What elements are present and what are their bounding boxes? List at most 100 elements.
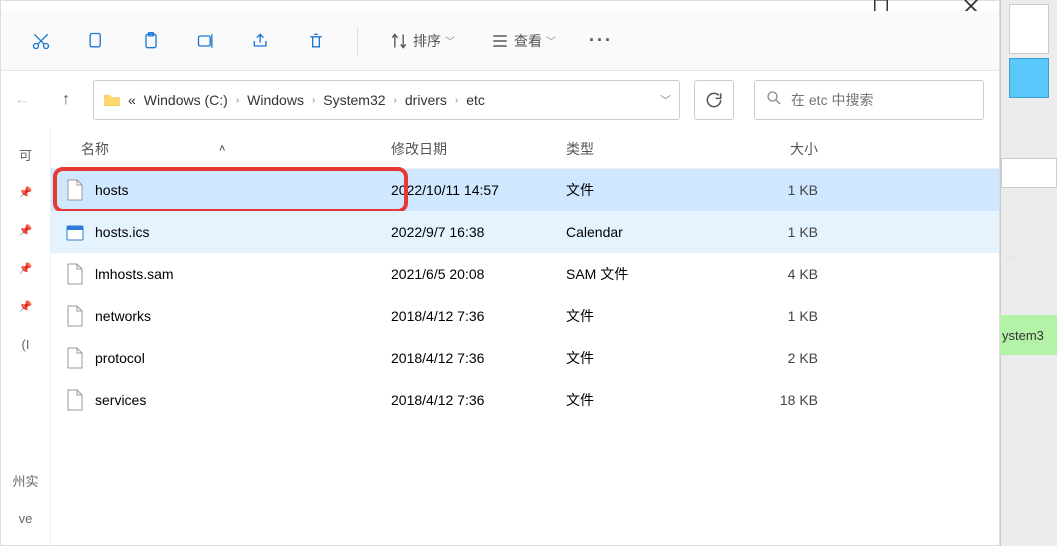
copy-icon bbox=[86, 31, 106, 51]
file-icon bbox=[65, 346, 85, 370]
titlebar bbox=[1, 1, 999, 11]
paste-icon bbox=[141, 31, 161, 51]
chevron-right-icon: › bbox=[234, 95, 241, 106]
file-explorer-window: 排序 ﹀ 查看 ﹀ ··· ← ↑ « Windows (C:) › Windo… bbox=[0, 0, 1000, 546]
view-icon bbox=[490, 31, 510, 51]
file-name: protocol bbox=[95, 350, 145, 366]
file-size: 1 KB bbox=[726, 182, 826, 198]
thumbnail bbox=[1009, 58, 1049, 98]
breadcrumb-item[interactable]: System32 bbox=[321, 88, 387, 112]
breadcrumb-item[interactable]: Windows (C:) bbox=[142, 88, 230, 112]
search-icon bbox=[765, 89, 783, 112]
back-button[interactable]: ← bbox=[5, 83, 39, 117]
file-list: hosts 2022/10/11 14:57 文件 1 KB hosts.ics… bbox=[51, 169, 999, 545]
file-size: 1 KB bbox=[726, 224, 826, 240]
chevron-down-icon[interactable]: ﹀ bbox=[660, 92, 671, 108]
file-date: 2022/10/11 14:57 bbox=[391, 182, 566, 198]
code-snippet: ystem3 bbox=[1000, 315, 1057, 355]
file-type: Calendar bbox=[566, 224, 726, 240]
sidebar-item[interactable]: (I bbox=[1, 325, 50, 363]
file-name: networks bbox=[95, 308, 151, 324]
pin-icon: 📌 bbox=[19, 224, 33, 237]
sidebar: 可 📌 📌 📌 📌 (I 州实 ve bbox=[1, 129, 51, 545]
sidebar-item[interactable]: 📌 bbox=[1, 287, 50, 325]
file-size: 18 KB bbox=[726, 392, 826, 408]
column-header: 名称 ˄ 修改日期 类型 大小 bbox=[51, 129, 999, 169]
file-name: services bbox=[95, 392, 146, 408]
breadcrumb-item[interactable]: etc bbox=[464, 88, 487, 112]
thumbnail bbox=[1009, 4, 1049, 54]
sidebar-item[interactable]: ve bbox=[1, 499, 50, 537]
sidebar-item[interactable]: 📌 bbox=[1, 173, 50, 211]
file-size: 1 KB bbox=[726, 308, 826, 324]
search-input[interactable] bbox=[791, 92, 973, 108]
address-bar[interactable]: « Windows (C:) › Windows › System32 › dr… bbox=[93, 80, 680, 120]
folder-icon bbox=[102, 90, 122, 110]
file-icon bbox=[65, 388, 85, 412]
background-window-strip: ... ystem3 bbox=[1000, 0, 1057, 546]
pin-icon: 📌 bbox=[19, 186, 33, 199]
up-button[interactable]: ↑ bbox=[49, 83, 83, 117]
address-row: ← ↑ « Windows (C:) › Windows › System32 … bbox=[1, 71, 999, 129]
file-name: hosts bbox=[95, 182, 128, 198]
sort-asc-icon: ˄ bbox=[219, 143, 225, 155]
paste-button[interactable] bbox=[131, 21, 171, 61]
rename-button[interactable] bbox=[186, 21, 226, 61]
refresh-button[interactable] bbox=[694, 80, 734, 120]
pin-icon: 📌 bbox=[19, 262, 33, 275]
column-type-header[interactable]: 类型 bbox=[566, 139, 726, 159]
breadcrumb-item[interactable]: drivers bbox=[403, 88, 449, 112]
column-date-header[interactable]: 修改日期 bbox=[391, 139, 566, 159]
sidebar-item[interactable]: 可 bbox=[1, 135, 50, 173]
background-tab bbox=[1001, 158, 1057, 188]
sidebar-item[interactable]: 📌 bbox=[1, 211, 50, 249]
file-type: 文件 bbox=[566, 390, 726, 410]
file-icon bbox=[65, 262, 85, 286]
file-row[interactable]: protocol 2018/4/12 7:36 文件 2 KB bbox=[51, 337, 999, 379]
file-row[interactable]: hosts.ics 2022/9/7 16:38 Calendar 1 KB bbox=[51, 211, 999, 253]
breadcrumb-item[interactable]: Windows bbox=[245, 88, 306, 112]
calendar-icon bbox=[65, 220, 85, 244]
file-icon bbox=[65, 304, 85, 328]
file-icon bbox=[65, 178, 85, 202]
sort-icon bbox=[389, 31, 409, 51]
file-row[interactable]: hosts 2022/10/11 14:57 文件 1 KB bbox=[51, 169, 999, 211]
sort-button[interactable]: 排序 ﹀ bbox=[379, 25, 465, 57]
file-date: 2018/4/12 7:36 bbox=[391, 308, 566, 324]
pin-icon: 📌 bbox=[19, 300, 33, 313]
file-type: SAM 文件 bbox=[566, 264, 726, 284]
more-button[interactable]: ··· bbox=[581, 21, 621, 61]
copy-button[interactable] bbox=[76, 21, 116, 61]
search-box[interactable] bbox=[754, 80, 984, 120]
cut-button[interactable] bbox=[21, 21, 61, 61]
file-type: 文件 bbox=[566, 306, 726, 326]
chevron-right-icon: › bbox=[392, 95, 399, 106]
file-name: lmhosts.sam bbox=[95, 266, 174, 282]
column-name-header[interactable]: 名称 ˄ bbox=[51, 139, 391, 159]
file-size: 4 KB bbox=[726, 266, 826, 282]
file-date: 2018/4/12 7:36 bbox=[391, 392, 566, 408]
chevron-right-icon: › bbox=[453, 95, 460, 106]
sidebar-item[interactable]: 州实 bbox=[1, 461, 50, 499]
file-type: 文件 bbox=[566, 348, 726, 368]
blurred-text: ... bbox=[1005, 248, 1053, 262]
file-row[interactable]: services 2018/4/12 7:36 文件 18 KB bbox=[51, 379, 999, 421]
column-size-header[interactable]: 大小 bbox=[726, 139, 826, 159]
file-size: 2 KB bbox=[726, 350, 826, 366]
view-button[interactable]: 查看 ﹀ bbox=[480, 25, 566, 57]
refresh-icon bbox=[704, 90, 724, 110]
toolbar: 排序 ﹀ 查看 ﹀ ··· bbox=[1, 11, 999, 71]
share-button[interactable] bbox=[241, 21, 281, 61]
sidebar-item[interactable]: 📌 bbox=[1, 249, 50, 287]
delete-button[interactable] bbox=[296, 21, 336, 61]
cut-icon bbox=[31, 31, 51, 51]
chevron-down-icon: ﹀ bbox=[445, 33, 455, 48]
file-row[interactable]: networks 2018/4/12 7:36 文件 1 KB bbox=[51, 295, 999, 337]
breadcrumb-prefix: « bbox=[126, 88, 138, 112]
rename-icon bbox=[196, 31, 216, 51]
file-row[interactable]: lmhosts.sam 2021/6/5 20:08 SAM 文件 4 KB bbox=[51, 253, 999, 295]
background-tabbar bbox=[1001, 158, 1057, 188]
view-label: 查看 bbox=[514, 31, 542, 51]
content-area: 名称 ˄ 修改日期 类型 大小 hosts 2022/10/11 14: bbox=[51, 129, 999, 545]
sidebar-item[interactable] bbox=[1, 363, 50, 401]
